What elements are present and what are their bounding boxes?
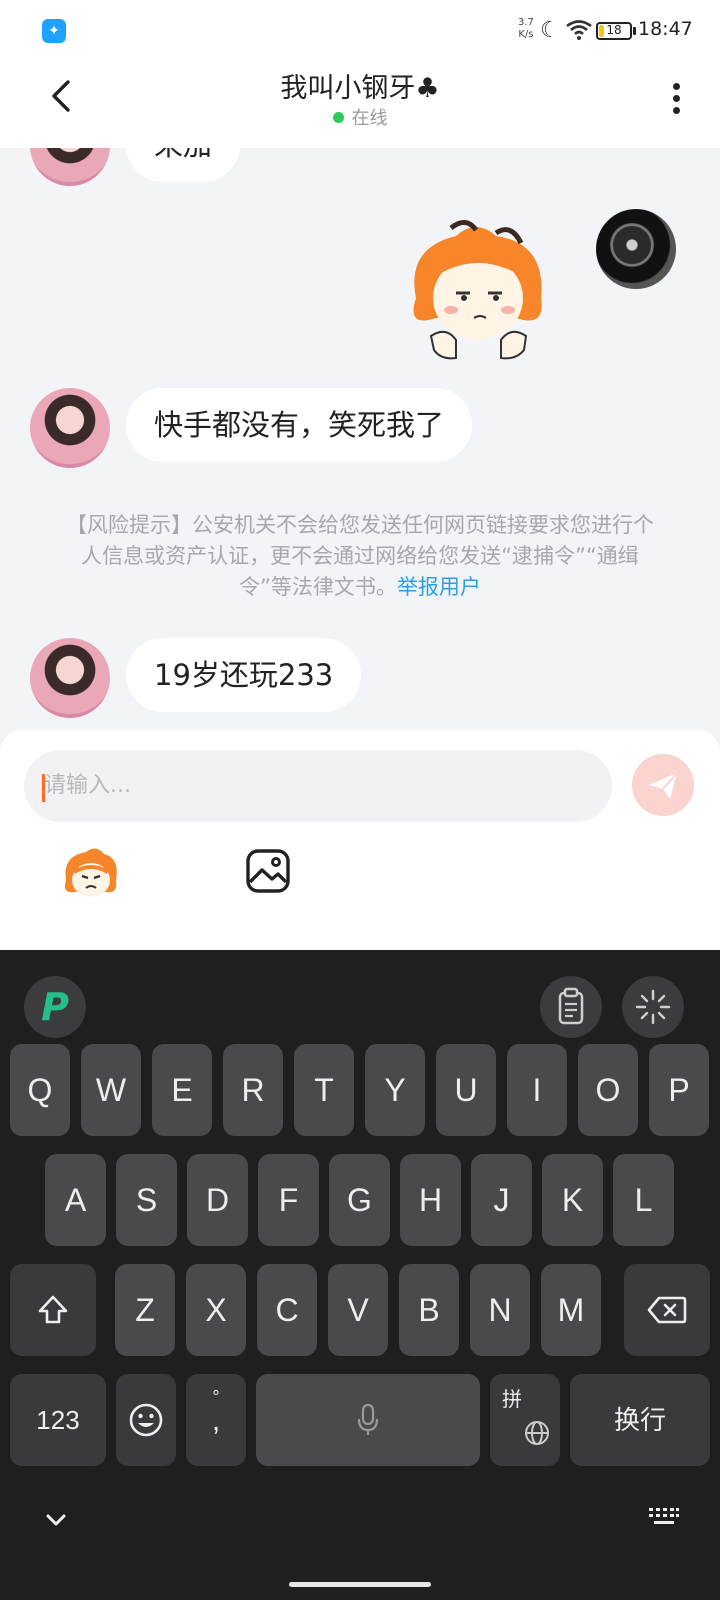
dot	[672, 95, 680, 102]
message-list[interactable]: 来加 快手都没有，笑死我了 【风险提示】公安机关不会给您发送任何网页链接要求您进…	[0, 148, 720, 743]
hide-keyboard-icon[interactable]	[44, 1510, 68, 1530]
wifi-icon	[566, 20, 592, 40]
backspace-icon	[647, 1296, 687, 1324]
more-options-button[interactable]	[664, 80, 688, 120]
key-x[interactable]: X	[186, 1264, 246, 1356]
emoji-key[interactable]	[116, 1374, 176, 1466]
key-z[interactable]: Z	[115, 1264, 175, 1356]
message-bubble[interactable]: 19岁还玩233	[126, 638, 362, 712]
key-i[interactable]: I	[507, 1044, 567, 1136]
chat-title: 我叫小钢牙♣	[280, 73, 440, 104]
key-r[interactable]: R	[223, 1044, 283, 1136]
battery-icon: 18	[596, 22, 632, 40]
enter-key[interactable]: 换行	[570, 1374, 710, 1466]
do-not-disturb-icon: ☾	[540, 18, 560, 43]
status-time: 18:47	[638, 18, 693, 40]
key-m[interactable]: M	[541, 1264, 601, 1356]
contact-avatar[interactable]	[30, 638, 110, 718]
key-g[interactable]: G	[329, 1154, 390, 1246]
battery-tip	[633, 27, 636, 35]
key-k[interactable]: K	[542, 1154, 603, 1246]
network-speed: 3.7 K/s	[518, 17, 534, 40]
pinyin-label: 拼	[502, 1389, 522, 1411]
contact-avatar[interactable]	[30, 148, 110, 186]
key-s[interactable]: S	[116, 1154, 177, 1246]
risk-notice: 【风险提示】公安机关不会给您发送任何网页链接要求您进行个人信息或资产认证，更不会…	[66, 513, 654, 599]
key-w[interactable]: W	[81, 1044, 141, 1136]
clipboard-icon	[558, 987, 584, 1025]
settings-button[interactable]	[622, 976, 684, 1038]
globe-icon	[525, 1421, 549, 1445]
app-notification-icon: ✦	[42, 19, 66, 43]
sticker-button[interactable]	[60, 846, 120, 902]
key-h[interactable]: H	[400, 1154, 461, 1246]
language-switch-key[interactable]: 拼	[490, 1374, 560, 1466]
key-b[interactable]: B	[399, 1264, 459, 1356]
report-user-link[interactable]: 举报用户	[397, 575, 481, 599]
key-p[interactable]: P	[649, 1044, 709, 1136]
backspace-key[interactable]	[624, 1264, 710, 1356]
shift-key[interactable]	[10, 1264, 96, 1356]
space-key[interactable]	[256, 1374, 480, 1466]
contact-avatar[interactable]	[30, 388, 110, 468]
soft-keyboard: P Q W E R T Y U I O P A S D F G H J K L …	[0, 950, 720, 1600]
input-method-logo[interactable]: P	[24, 976, 86, 1038]
my-avatar[interactable]	[596, 209, 676, 289]
key-e[interactable]: E	[152, 1044, 212, 1136]
send-button[interactable]	[632, 754, 694, 816]
microphone-icon	[357, 1403, 379, 1435]
key-l[interactable]: L	[613, 1154, 674, 1246]
input-panel: 请输入...	[0, 730, 720, 950]
message-bubble[interactable]: 来加	[126, 148, 241, 182]
dot	[672, 83, 680, 90]
key-q[interactable]: Q	[10, 1044, 70, 1136]
key-o[interactable]: O	[578, 1044, 638, 1136]
online-dot-icon	[332, 112, 344, 123]
message-input[interactable]: 请输入...	[24, 750, 612, 822]
status-bar: ✦ 3.7 K/s ☾ 18 18:47	[0, 0, 720, 62]
key-d[interactable]: D	[187, 1154, 248, 1246]
image-icon[interactable]	[245, 848, 291, 894]
message-bubble[interactable]: 快手都没有，笑死我了	[126, 388, 473, 462]
chat-header: 我叫小钢牙♣ 在线	[0, 62, 720, 148]
key-j[interactable]: J	[471, 1154, 532, 1246]
dot	[672, 107, 680, 114]
key-u[interactable]: U	[436, 1044, 496, 1136]
key-a[interactable]: A	[45, 1154, 106, 1246]
online-status: 在线	[0, 104, 720, 130]
key-n[interactable]: N	[470, 1264, 530, 1356]
gesture-bar	[289, 1582, 431, 1587]
key-c[interactable]: C	[257, 1264, 317, 1356]
key-v[interactable]: V	[328, 1264, 388, 1356]
shift-icon	[38, 1295, 68, 1324]
key-f[interactable]: F	[258, 1154, 319, 1246]
clipboard-button[interactable]	[540, 976, 602, 1038]
key-t[interactable]: T	[294, 1044, 354, 1136]
punctuation-key[interactable]: ° ,	[186, 1374, 246, 1466]
keyboard-switch-icon[interactable]	[648, 1506, 680, 1530]
numbers-key[interactable]: 123	[10, 1374, 106, 1466]
key-y[interactable]: Y	[365, 1044, 425, 1136]
sticker-message[interactable]	[396, 218, 556, 363]
sparkle-icon	[635, 989, 671, 1025]
emoji-icon	[129, 1403, 163, 1437]
